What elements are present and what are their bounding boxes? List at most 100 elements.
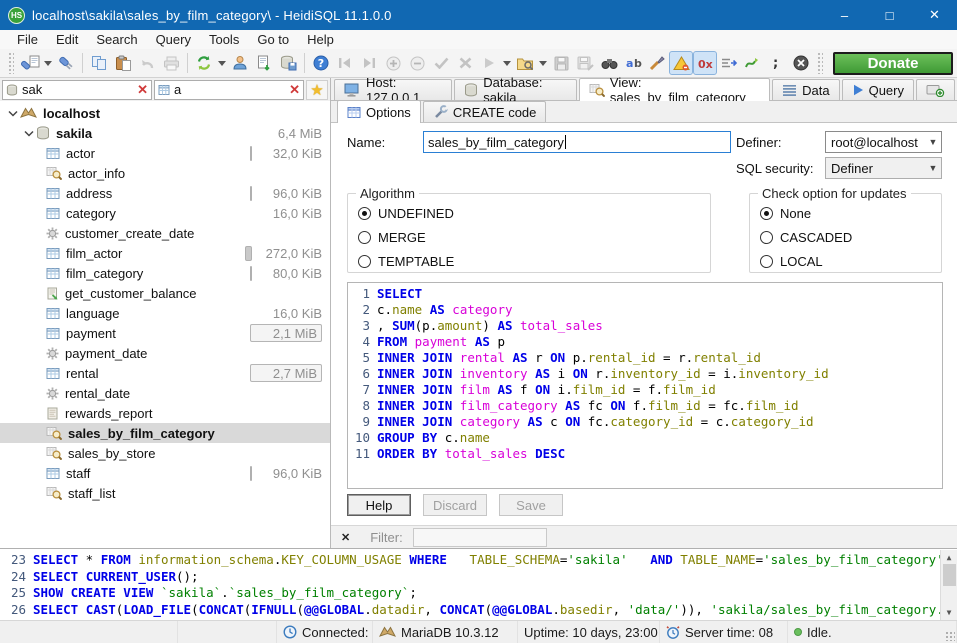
scroll-down-icon[interactable]: ▼	[947, 605, 952, 620]
save-data-button[interactable]	[276, 51, 300, 75]
binary-in-hex-toggle[interactable]: 0x	[693, 51, 717, 75]
tree-item-film_category[interactable]: film_category80,0 KiB	[0, 263, 330, 283]
copy-button[interactable]	[87, 51, 111, 75]
stop-process-button[interactable]	[789, 51, 813, 75]
tree-item-category[interactable]: category16,0 KiB	[0, 203, 330, 223]
save-button[interactable]: Save	[499, 494, 563, 516]
run-query-button[interactable]	[477, 51, 501, 75]
radio-algorithm-undefined[interactable]: UNDEFINED	[358, 206, 710, 221]
discard-button[interactable]: Discard	[423, 494, 487, 516]
disconnect-button[interactable]	[54, 51, 78, 75]
toolbar-grip[interactable]	[817, 52, 823, 74]
menu-go-to[interactable]: Go to	[248, 32, 298, 47]
resize-grip[interactable]	[945, 631, 955, 641]
tab-query[interactable]: Query	[842, 79, 914, 100]
help-button[interactable]: Help	[347, 494, 411, 516]
undo-button[interactable]	[135, 51, 159, 75]
log-scrollbar[interactable]: ▲ ▼	[940, 550, 957, 620]
connect-button[interactable]	[18, 51, 42, 75]
connect-dropdown[interactable]	[42, 51, 54, 75]
tree-item-actor_info[interactable]: actor_info	[0, 163, 330, 183]
tab-database[interactable]: Database: sakila	[454, 79, 577, 100]
tree-item-language[interactable]: language16,0 KiB	[0, 303, 330, 323]
tree-item-customer_create_date[interactable]: customer_create_date	[0, 223, 330, 243]
tree-item-rewards_report[interactable]: rewards_report	[0, 403, 330, 423]
tab-view[interactable]: View: sales_by_film_category	[579, 78, 770, 101]
filter-input[interactable]	[413, 528, 547, 547]
scroll-thumb[interactable]	[943, 564, 956, 586]
definer-combobox[interactable]: root@localhost ▼	[825, 131, 942, 153]
tree-item-sales_by_store[interactable]: sales_by_store	[0, 443, 330, 463]
tree-item-payment_date[interactable]: payment_date	[0, 343, 330, 363]
menu-search[interactable]: Search	[87, 32, 146, 47]
tree-item-staff[interactable]: staff96,0 KiB	[0, 463, 330, 483]
tree-item-sakila[interactable]: sakila6,4 MiB	[0, 123, 330, 143]
delimiter-button[interactable]: ;	[765, 51, 789, 75]
radio-algorithm-merge[interactable]: MERGE	[358, 230, 710, 245]
rerun-routine-button[interactable]	[741, 51, 765, 75]
clear-database-filter-icon[interactable]: ✕	[137, 82, 148, 98]
refresh-dropdown[interactable]	[216, 51, 228, 75]
view-select-code-editor[interactable]: 1SELECT2c.name AS category3, SUM(p.amoun…	[347, 282, 943, 489]
save-sql-button[interactable]	[549, 51, 573, 75]
minimize-button[interactable]: –	[822, 0, 867, 30]
close-filter-icon[interactable]: ✕	[341, 531, 350, 544]
clear-table-filter-icon[interactable]: ✕	[289, 82, 300, 98]
help-button[interactable]: ?	[309, 51, 333, 75]
radio-algorithm-temptable[interactable]: TEMPTABLE	[358, 254, 710, 269]
view-name-input[interactable]: sales_by_film_category	[423, 131, 731, 153]
expander-chevron-icon[interactable]	[22, 130, 36, 137]
tab-new-query[interactable]	[916, 79, 955, 100]
menu-file[interactable]: File	[8, 32, 47, 47]
tree-item-rental[interactable]: rental2,7 MiB	[0, 363, 330, 383]
tree-item-actor[interactable]: actor32,0 KiB	[0, 143, 330, 163]
tree-item-sales_by_film_category[interactable]: sales_by_film_category	[0, 423, 330, 443]
favorites-star-icon[interactable]: ★	[306, 80, 328, 100]
export-database-button[interactable]	[252, 51, 276, 75]
find-text-button[interactable]	[597, 51, 621, 75]
expander-chevron-icon[interactable]	[6, 110, 20, 117]
insert-snippet-button[interactable]	[717, 51, 741, 75]
run-query-dropdown[interactable]	[501, 51, 513, 75]
cancel-editing-button[interactable]	[453, 51, 477, 75]
load-sql-file-button[interactable]	[513, 51, 537, 75]
tree-item-payment[interactable]: payment2,1 MiB	[0, 323, 330, 343]
blob-as-text-toggle[interactable]	[669, 51, 693, 75]
subtab-options[interactable]: Options	[337, 100, 421, 123]
menu-tools[interactable]: Tools	[200, 32, 248, 47]
tree-item-localhost[interactable]: localhost	[0, 103, 330, 123]
table-filter-input[interactable]: a ✕	[154, 80, 304, 100]
load-sql-file-dropdown[interactable]	[537, 51, 549, 75]
reformat-sql-button[interactable]	[645, 51, 669, 75]
last-record-button[interactable]	[357, 51, 381, 75]
tree-item-rental_date[interactable]: rental_date	[0, 383, 330, 403]
tab-data[interactable]: Data	[772, 79, 839, 100]
tree-item-film_actor[interactable]: film_actor272,0 KiB	[0, 243, 330, 263]
paste-button[interactable]	[111, 51, 135, 75]
toolbar-grip[interactable]	[8, 52, 14, 74]
radio-check-option-local[interactable]: LOCAL	[760, 254, 941, 269]
delete-row-button[interactable]	[405, 51, 429, 75]
sql-log-panel[interactable]: 23SELECT * FROM information_schema.KEY_C…	[0, 548, 957, 620]
maximize-button[interactable]: □	[867, 0, 912, 30]
menu-help[interactable]: Help	[298, 32, 343, 47]
first-record-button[interactable]	[333, 51, 357, 75]
donate-button[interactable]: Donate	[833, 52, 953, 75]
tab-host[interactable]: Host: 127.0.0.1	[334, 79, 452, 100]
sql-security-combobox[interactable]: Definer ▼	[825, 157, 942, 179]
tree-item-address[interactable]: address96,0 KiB	[0, 183, 330, 203]
database-filter-input[interactable]: sak ✕	[2, 80, 152, 100]
subtab-create-code[interactable]: CREATE code	[423, 101, 547, 122]
insert-row-button[interactable]	[381, 51, 405, 75]
menu-query[interactable]: Query	[147, 32, 200, 47]
close-button[interactable]: ✕	[912, 0, 957, 30]
radio-check-option-none[interactable]: None	[760, 206, 941, 221]
menu-edit[interactable]: Edit	[47, 32, 87, 47]
tree-item-get_customer_balance[interactable]: get_customer_balance	[0, 283, 330, 303]
save-sql-as-button[interactable]	[573, 51, 597, 75]
user-manager-button[interactable]	[228, 51, 252, 75]
post-changes-button[interactable]	[429, 51, 453, 75]
replace-text-button[interactable]: ab	[621, 51, 645, 75]
tree-item-staff_list[interactable]: staff_list	[0, 483, 330, 503]
scroll-up-icon[interactable]: ▲	[947, 550, 952, 565]
